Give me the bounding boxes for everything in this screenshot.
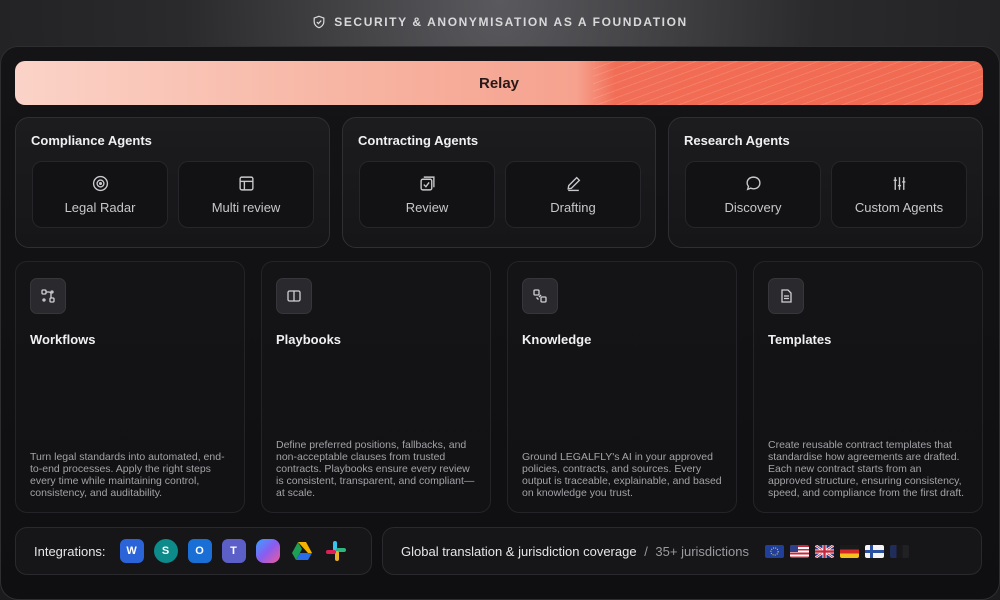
slack-icon[interactable]	[324, 539, 348, 563]
pencil-icon	[566, 176, 580, 191]
feature-title: Workflows	[30, 332, 96, 347]
top-banner: SECURITY & ANONYMISATION AS A FOUNDATION	[0, 0, 1000, 44]
table-icon	[238, 175, 254, 191]
agent-label: Discovery	[724, 199, 782, 215]
fr-flag-icon	[890, 544, 909, 558]
relay-texture	[593, 61, 983, 105]
radar-icon	[92, 175, 108, 191]
coverage-count: 35+ jurisdictions	[655, 543, 749, 559]
us-flag-icon	[790, 544, 809, 558]
agent-custom-agents[interactable]: Custom Agents	[831, 161, 967, 228]
workflow-icon	[30, 278, 66, 314]
knowledge-icon	[522, 278, 558, 314]
checkbox-stack-icon	[419, 175, 435, 191]
group-title: Compliance Agents	[31, 133, 152, 148]
sharepoint-icon[interactable]: S	[153, 539, 178, 563]
compliance-agents-group: Compliance Agents Legal Radar Multi revi…	[15, 117, 330, 248]
teams-icon[interactable]: T	[221, 539, 246, 563]
shield-check-icon	[313, 15, 325, 29]
agent-label: Multi review	[211, 199, 281, 215]
document-icon	[768, 278, 804, 314]
agent-label: Legal Radar	[64, 199, 136, 215]
agent-discovery[interactable]: Discovery	[685, 161, 821, 228]
feature-description: Ground LEGALFLY's AI in your approved po…	[522, 451, 722, 499]
coverage-separator: /	[640, 543, 652, 559]
banner-text: SECURITY & ANONYMISATION AS A FOUNDATION	[334, 15, 688, 29]
agent-drafting[interactable]: Drafting	[505, 161, 641, 228]
product-frame: Relay Compliance Agents Legal Radar Mult…	[0, 46, 1000, 600]
eu-flag-icon	[765, 544, 784, 558]
feature-description: Turn legal standards into automated, end…	[30, 451, 225, 499]
agent-multi-review[interactable]: Multi review	[178, 161, 314, 228]
feature-knowledge[interactable]: Knowledge Ground LEGALFLY's AI in your a…	[507, 261, 737, 513]
agent-label: Review	[405, 199, 449, 215]
group-title: Contracting Agents	[358, 133, 479, 148]
coverage-bar: Global translation & jurisdiction covera…	[382, 527, 982, 575]
flag-list	[765, 544, 909, 558]
feature-description: Define preferred positions, fallbacks, a…	[276, 439, 475, 499]
agent-label: Custom Agents	[854, 199, 944, 215]
agent-review[interactable]: Review	[359, 161, 495, 228]
de-flag-icon	[840, 544, 859, 558]
group-title: Research Agents	[684, 133, 790, 148]
relay-label: Relay	[478, 74, 520, 92]
outlook-icon[interactable]: O	[187, 539, 212, 563]
relay-bar[interactable]: Relay	[15, 61, 983, 105]
fi-flag-icon	[865, 544, 884, 558]
feature-description: Create reusable contract templates that …	[768, 439, 965, 499]
feature-title: Knowledge	[522, 332, 592, 347]
book-icon	[276, 278, 312, 314]
research-agents-group: Research Agents Discovery Custom Agents	[668, 117, 983, 248]
integrations-bar: Integrations: W S O T	[15, 527, 372, 575]
agent-legal-radar[interactable]: Legal Radar	[32, 161, 168, 228]
chat-bubble-icon	[745, 175, 761, 191]
feature-workflows[interactable]: Workflows Turn legal standards into auto…	[15, 261, 245, 513]
word-icon[interactable]: W	[119, 539, 144, 563]
uk-flag-icon	[815, 544, 834, 558]
sliders-icon	[893, 176, 905, 190]
feature-title: Templates	[768, 332, 832, 347]
feature-templates[interactable]: Templates Create reusable contract templ…	[753, 261, 983, 513]
copilot-icon[interactable]	[255, 539, 280, 563]
coverage-text: Global translation & jurisdiction covera…	[401, 543, 637, 559]
feature-playbooks[interactable]: Playbooks Define preferred positions, fa…	[261, 261, 491, 513]
agent-label: Drafting	[550, 199, 596, 215]
integrations-label: Integrations:	[34, 543, 106, 559]
google-drive-icon[interactable]	[290, 539, 314, 563]
contracting-agents-group: Contracting Agents Review Drafting	[342, 117, 656, 248]
feature-title: Playbooks	[276, 332, 342, 347]
